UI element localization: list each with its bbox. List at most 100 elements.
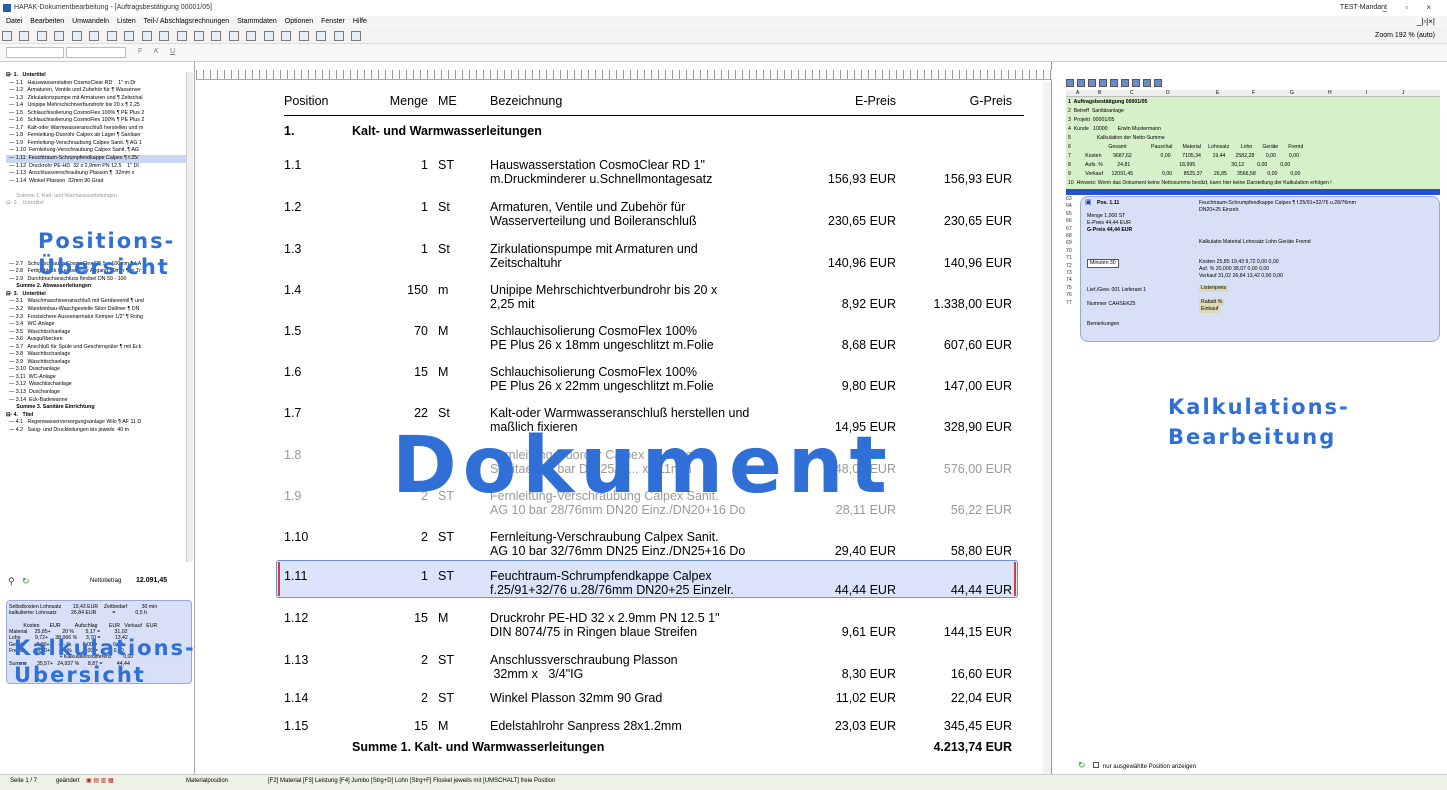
position-r-icon[interactable]	[246, 31, 257, 41]
menu-hilfe[interactable]: Hilfe	[353, 18, 367, 25]
font-size-select[interactable]	[66, 47, 126, 58]
sheet-row[interactable]: 9 Verkauf 12091,45 0,00 8525,37 26,85 35…	[1068, 171, 1300, 177]
tree-item[interactable]	[6, 215, 190, 223]
tree-item[interactable]: — 1.1 Hauswasserstation CosmoClear RD 1"…	[6, 80, 190, 88]
reset-icon[interactable]	[1110, 79, 1118, 87]
tree-item[interactable]: — 3.2 Wandeinbau-Waschgestelle Silon Dal…	[6, 306, 190, 314]
tree-item[interactable]: ⊟· 3. Untertitel	[6, 291, 190, 299]
tree-item[interactable]: — 4.2 Saug- und Druckleitungen bis jewei…	[6, 427, 190, 435]
menu-listen[interactable]: Listen	[117, 18, 136, 25]
tree-item[interactable]: — 1.10 Fernleitung-Verschraubung Calpex …	[6, 147, 190, 155]
window-controls[interactable]: _ ▫ ×	[1383, 0, 1439, 16]
tree-item[interactable]	[6, 185, 190, 193]
tree-item[interactable]: — 3.6 Ausgußbecken	[6, 336, 190, 344]
tree-item[interactable]: — 1.13 Anschlussverschraubung Plasson ¶ …	[6, 170, 190, 178]
tree-item[interactable]: — 3.14 Eck-Badewanne	[6, 397, 190, 405]
minutes-field[interactable]: Minuten 30	[1087, 259, 1119, 268]
print-icon[interactable]	[1077, 79, 1085, 87]
ruler[interactable]	[196, 70, 1052, 80]
floppy-icon[interactable]: ▣	[1085, 199, 1092, 207]
tree-item[interactable]: — 1.11 Feuchtraum-Schrumpfendkappe Calpe…	[6, 155, 190, 163]
position-b-icon[interactable]	[228, 31, 239, 41]
sheet-column-letter[interactable]: H	[1328, 90, 1332, 96]
document-body[interactable]: Position Menge ME Bezeichnung E-Preis G-…	[284, 88, 1024, 754]
tree-item[interactable]: — 3.3 Frostsichere Aussenarmatur Kemper …	[6, 314, 190, 322]
sheet-row[interactable]: 10 Hinweis: Wenn das Dokument keine Nett…	[1068, 180, 1332, 186]
mdi-controls[interactable]: _|▫|×|	[1417, 16, 1435, 28]
calculator-icon[interactable]	[351, 31, 362, 41]
refresh-icon[interactable]: ↻	[22, 576, 30, 587]
tree-item[interactable]: — 4.1 Regenwasserversorgungsanlage Wilo …	[6, 419, 190, 427]
tree-item[interactable]: — 3.1 Waschmaschinenanschluß mit Gerätev…	[6, 298, 190, 306]
sheet-row[interactable]: 6 Gesamt Pauschal Material Lohnsatz Lohn…	[1068, 144, 1303, 150]
tree-item[interactable]: — 3.9 Waschtischanlage	[6, 359, 190, 367]
settings-icon[interactable]	[333, 31, 344, 41]
position-f-icon[interactable]	[281, 31, 292, 41]
bold-button[interactable]: F	[138, 48, 142, 55]
menu-teilrechnungen[interactable]: Teil-/ Abschlagsrechnungen	[144, 18, 230, 25]
search-icon[interactable]: ⚲	[8, 576, 15, 587]
tree-scrollbar[interactable]	[186, 72, 193, 562]
tree-item[interactable]: — 3.10 Duschanlage	[6, 366, 190, 374]
sheet-column-letter[interactable]: F	[1252, 90, 1255, 96]
position-l-icon[interactable]	[263, 31, 274, 41]
insert-position-icon[interactable]	[141, 31, 152, 41]
lieferant-field[interactable]: Lief./Gew. 001 Lieferant 1	[1087, 287, 1146, 294]
tree-item[interactable]: — 3.5 Waschtischanlage	[6, 329, 190, 337]
print-preview-icon[interactable]	[106, 31, 117, 41]
tree-item[interactable]: — 1.8 Fernleitung-Duorohr Calpex ab Lage…	[6, 132, 190, 140]
print-icon[interactable]	[89, 31, 100, 41]
tree-item[interactable]: ⊟· 1. Untertitel	[6, 72, 190, 80]
italic-button[interactable]: K	[154, 48, 159, 55]
tree-item[interactable]: — 3.12 Waschtischanlage	[6, 381, 190, 389]
tree-item[interactable]: — 1.12 Druckrohr PE-HD 32 x 2,9mm PN 12.…	[6, 163, 190, 171]
menu-bearbeiten[interactable]: Bearbeiten	[30, 18, 64, 25]
tree-item[interactable]: ⊟· 2. Untertitel	[6, 200, 190, 208]
tree-item[interactable]: Summe 1. Kalt- und Warmwasserleitungen	[6, 193, 190, 201]
sheet-column-letter[interactable]: C	[1130, 90, 1134, 96]
calc-spreadsheet[interactable]: A B C D E F G H I J 1 Auftragsbestätigung 00001/0…	[1066, 90, 1440, 190]
numbering-icon[interactable]	[316, 31, 327, 41]
gpreis-field[interactable]: G-Preis 44,44 EUR	[1087, 227, 1132, 234]
sheet-row[interactable]: 8 Aufs. % 24,81 18,995 30,12 0,00 0,00	[1068, 162, 1290, 168]
document-scrollbar[interactable]	[1043, 82, 1051, 774]
delete-row-icon[interactable]	[1132, 79, 1140, 87]
menge-field[interactable]: Menge 1,000 ST	[1087, 213, 1125, 220]
status-icons[interactable]: ▣ ▤ ▥ ▦	[86, 775, 114, 787]
sheet-column-letter[interactable]: E	[1216, 90, 1219, 96]
position-a-icon[interactable]	[211, 31, 222, 41]
sheet-row[interactable]: 2 Betreff Sanitäranlage	[1068, 108, 1124, 114]
insert-text-icon[interactable]	[176, 31, 187, 41]
sheet-row[interactable]: 4 Kunde 10000 Erwin Mustermann	[1068, 126, 1161, 132]
menu-umwandeln[interactable]: Umwandeln	[72, 18, 109, 25]
menu-optionen[interactable]: Optionen	[285, 18, 313, 25]
list-icon[interactable]	[298, 31, 309, 41]
sheet-column-letter[interactable]: G	[1290, 90, 1294, 96]
tree-item[interactable]: — 1.14 Winkel Plasson 32mm 90 Grad	[6, 178, 190, 186]
tree-item[interactable]: ⊟· 4. Titel	[6, 412, 190, 420]
sheet-column-letter[interactable]: D	[1166, 90, 1170, 96]
tree-item[interactable]: — 1.9 Fernleitung-Verschraubung Calpex S…	[6, 140, 190, 148]
copy-icon[interactable]	[1088, 79, 1096, 87]
tree-item[interactable]: Summe 2. Abwasserleitungen	[6, 283, 190, 291]
menu-datei[interactable]: Datei	[6, 18, 22, 25]
tree-item[interactable]: — 3.13 Duschanlage	[6, 389, 190, 397]
insert-title-icon[interactable]	[159, 31, 170, 41]
tree-item[interactable]: — 3.8 Waschtischanlage	[6, 351, 190, 359]
tree-item[interactable]: — 1.7 Kalt-oder Warmwasseranschluß herst…	[6, 125, 190, 133]
tree-item[interactable]: — 1.2 Armaturen, Ventile und Zubehör für…	[6, 87, 190, 95]
tree-item[interactable]: — 1.3 Zirkulationspumpe mit Armaturen un…	[6, 95, 190, 103]
zoom-value[interactable]: 192 % (auto)	[1395, 32, 1435, 39]
only-selected-checkbox[interactable]	[1093, 762, 1100, 768]
info-icon[interactable]	[2, 31, 12, 41]
tree-item[interactable]: — 1.6 Schlauchisolierung CosmoFlex 100% …	[6, 117, 190, 125]
export-icon[interactable]	[124, 31, 135, 41]
sheet-row[interactable]: 3 Projekt 00001/05	[1068, 117, 1114, 123]
close-doc-icon[interactable]	[19, 31, 30, 41]
sheet-row[interactable]: 1 Auftragsbestätigung 00001/05	[1068, 99, 1147, 105]
menu-fenster[interactable]: Fenster	[321, 18, 345, 25]
tree-item[interactable]: — 3.4 WC-Anlage	[6, 321, 190, 329]
sheet-column-letter[interactable]: J	[1402, 90, 1405, 96]
tree-item[interactable]: — 3.11 WC-Anlage	[6, 374, 190, 382]
underline-button[interactable]: U	[170, 48, 175, 55]
